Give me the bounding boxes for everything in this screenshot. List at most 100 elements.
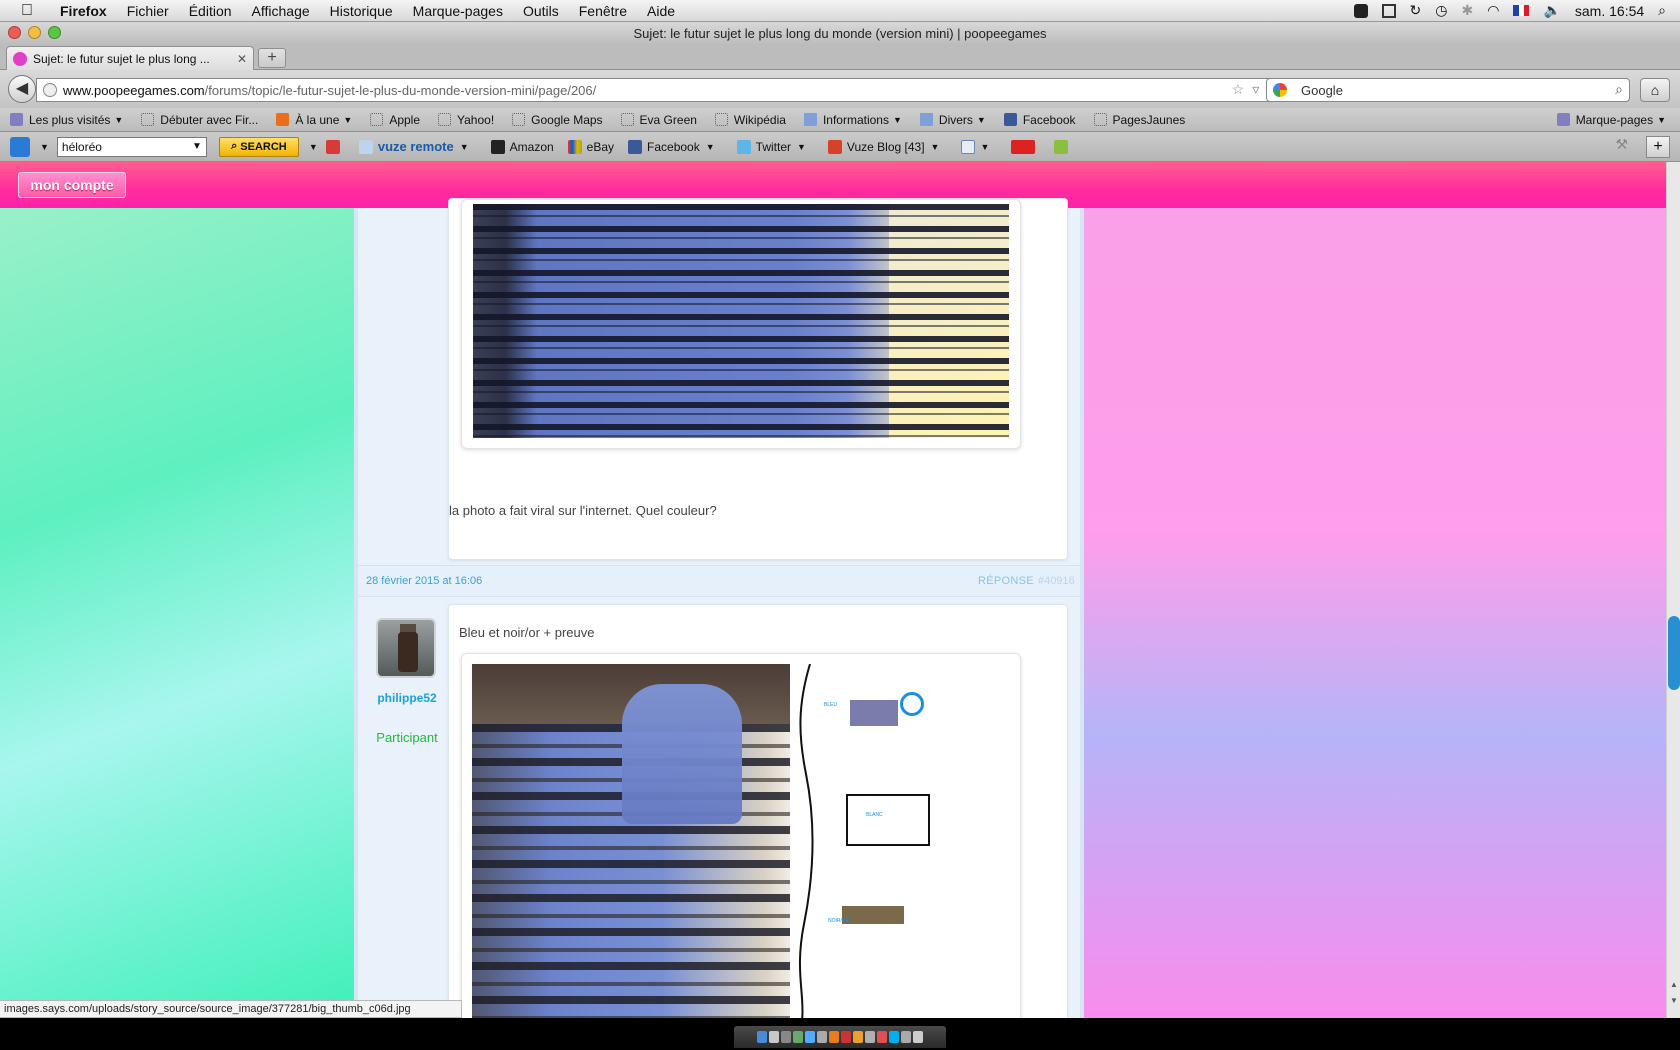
bookmark-a-la-une[interactable]: À la une ▼ xyxy=(276,113,352,127)
search-icon[interactable]: ⌕ xyxy=(1615,81,1623,98)
trash-icon[interactable] xyxy=(913,1031,923,1043)
ebay-icon xyxy=(567,139,582,154)
menu-aide[interactable]: Aide xyxy=(637,3,685,19)
toolbar-search-input[interactable]: héloréo ▼ xyxy=(56,136,207,157)
chevron-down-icon[interactable]: ▼ xyxy=(192,141,202,152)
forum-content: la photo a fait viral sur l'internet. Qu… xyxy=(354,198,1084,1018)
toolbar-logo-icon[interactable] xyxy=(10,136,30,157)
app-icon[interactable] xyxy=(877,1031,887,1043)
back-button[interactable]: ◀ xyxy=(8,75,36,103)
new-tab-button[interactable]: + xyxy=(258,48,286,68)
twitter-icon xyxy=(736,139,751,154)
url-bar[interactable]: www.poopeegames.com/forums/topic/le-futu… xyxy=(36,78,1286,102)
scrollbar-thumb[interactable] xyxy=(1668,616,1680,690)
spotlight-icon[interactable]: ⌕ xyxy=(1658,2,1666,19)
tab-active[interactable]: Sujet: le futur sujet le plus long ... ✕ xyxy=(6,46,254,70)
menu-historique[interactable]: Historique xyxy=(320,3,403,19)
app-icon[interactable] xyxy=(781,1031,791,1043)
app-icon[interactable] xyxy=(805,1031,815,1043)
add-toolbar-button[interactable]: + xyxy=(1646,135,1670,158)
author-name[interactable]: philippe52 xyxy=(362,691,452,705)
tab-strip: Sujet: le futur sujet le plus long ... ✕… xyxy=(0,44,1680,70)
menu-affichage[interactable]: Affichage xyxy=(242,3,320,19)
app-icon[interactable] xyxy=(853,1031,863,1043)
app-icon[interactable] xyxy=(865,1031,875,1043)
menu-outils[interactable]: Outils xyxy=(513,3,569,19)
finder-icon[interactable] xyxy=(757,1031,767,1043)
reply-link[interactable]: RÉPONSE xyxy=(978,575,1034,587)
bookmark-wikipedia[interactable]: Wikipédia xyxy=(714,113,786,127)
history-dropdown-icon[interactable]: ▿ xyxy=(1252,81,1259,98)
clock[interactable]: sam. 16:54 xyxy=(1575,3,1644,19)
wifi-icon[interactable]: ◠ xyxy=(1487,2,1499,19)
toolbar-menu-icon[interactable]: ▼ xyxy=(40,142,49,152)
wrench-icon[interactable]: ⚒ xyxy=(1615,136,1628,158)
app-icon[interactable] xyxy=(793,1031,803,1043)
scroll-up-arrow-icon[interactable]: ▲ xyxy=(1668,980,1680,992)
bookmark-apple[interactable]: Apple xyxy=(370,113,420,127)
bookmark-eva-green[interactable]: Eva Green xyxy=(620,113,697,127)
apple-menu-icon[interactable]:  xyxy=(18,2,36,20)
bookmark-debuter[interactable]: Débuter avec Fir... xyxy=(141,113,258,127)
gift-button[interactable] xyxy=(325,139,345,154)
bookmark-star-icon[interactable]: ☆ xyxy=(1232,81,1245,98)
mail-button[interactable]: ▼ xyxy=(961,139,997,154)
app-menu[interactable]: Firefox xyxy=(50,3,117,19)
toolbar-item-ebay[interactable]: eBay xyxy=(567,139,614,154)
skype-icon[interactable] xyxy=(889,1031,899,1043)
cb-button[interactable] xyxy=(1011,139,1040,154)
scroll-down-arrow-icon[interactable]: ▼ xyxy=(1668,996,1680,1008)
bookmark-facebook[interactable]: Facebook xyxy=(1003,113,1076,127)
search-bar[interactable]: Google ⌕ xyxy=(1266,78,1630,102)
app-icon[interactable] xyxy=(901,1031,911,1043)
toolbar-item-twitter[interactable]: Twitter ▼ xyxy=(736,139,814,154)
addon-extra-button[interactable] xyxy=(1054,139,1073,154)
bluetooth-icon[interactable]: ✱ xyxy=(1462,2,1474,19)
app-icon[interactable] xyxy=(841,1031,851,1043)
menu-fenetre[interactable]: Fenêtre xyxy=(569,3,637,19)
swatch-label-white: BLANC xyxy=(866,812,883,818)
post-number-link[interactable]: #40916 xyxy=(1038,575,1075,587)
close-window-button[interactable] xyxy=(8,26,21,39)
dress-photo[interactable] xyxy=(473,204,1009,438)
menu-marque-pages[interactable]: Marque-pages xyxy=(403,3,513,19)
sync-icon[interactable]: ↻ xyxy=(1410,2,1422,19)
toolbar-item-facebook[interactable]: Facebook ▼ xyxy=(628,139,723,154)
bookmarks-menu[interactable]: Marque-pages ▼ xyxy=(1556,113,1666,127)
toolbar-item-amazon[interactable]: Amazon xyxy=(490,139,554,154)
menu-edition[interactable]: Édition xyxy=(179,3,242,19)
app-icon[interactable] xyxy=(769,1031,779,1043)
bookmark-les-plus-visites[interactable]: Les plus visités ▼ xyxy=(10,113,123,127)
dress-photo[interactable] xyxy=(472,664,790,1018)
time-machine-icon[interactable]: ◷ xyxy=(1435,2,1447,19)
bookmark-google-maps[interactable]: Google Maps xyxy=(512,113,603,127)
dropbox-icon[interactable] xyxy=(1381,3,1396,18)
toolbar-dropdown-icon[interactable]: ▼ xyxy=(309,142,318,152)
search-button-label: SEARCH xyxy=(240,140,287,153)
menu-fichier[interactable]: Fichier xyxy=(117,3,179,19)
bookmark-divers[interactable]: Divers ▼ xyxy=(919,113,986,127)
post-image-frame: BLEU BLANC NOIR/OR xyxy=(461,653,1021,1018)
vertical-scrollbar[interactable]: ▲ ▼ xyxy=(1666,162,1680,1018)
skype-icon[interactable] xyxy=(1353,3,1368,18)
account-button[interactable]: mon compte xyxy=(18,172,126,198)
minimize-window-button[interactable] xyxy=(28,26,41,39)
firefox-icon[interactable] xyxy=(829,1031,839,1043)
close-tab-icon[interactable]: ✕ xyxy=(237,52,247,66)
app-icon[interactable] xyxy=(817,1031,827,1043)
toolbar-item-label: Twitter xyxy=(755,139,791,154)
home-button[interactable]: ⌂ xyxy=(1640,78,1670,102)
french-flag-icon[interactable] xyxy=(1513,5,1530,16)
vuze-remote-button[interactable]: vuze remote ▼ xyxy=(358,139,477,154)
bookmark-pagesjaunes[interactable]: PagesJaunes xyxy=(1093,113,1185,127)
avatar[interactable] xyxy=(376,618,436,678)
site-identity-icon[interactable] xyxy=(43,83,57,97)
volume-icon[interactable]: 🔈 xyxy=(1543,2,1560,19)
bookmark-yahoo[interactable]: Yahoo! xyxy=(438,113,494,127)
toolbar-item-vuze-blog[interactable]: Vuze Blog [43] ▼ xyxy=(827,139,948,154)
google-engine-icon[interactable] xyxy=(1273,83,1287,97)
toolbar-search-button[interactable]: ⌕ SEARCH xyxy=(218,136,299,157)
chevron-down-icon: ▼ xyxy=(976,114,986,125)
bookmark-informations[interactable]: Informations ▼ xyxy=(803,113,902,127)
zoom-window-button[interactable] xyxy=(48,26,61,39)
